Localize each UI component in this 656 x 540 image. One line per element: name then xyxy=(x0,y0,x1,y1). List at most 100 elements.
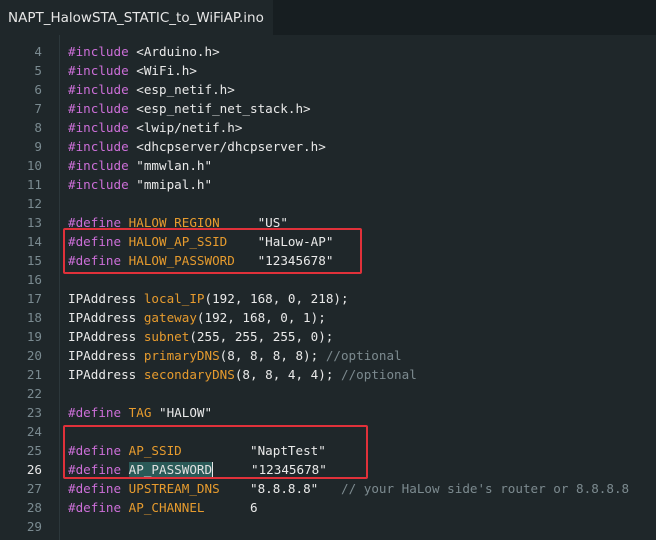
code-line[interactable]: 20 IPAddress primaryDNS(8, 8, 8, 8); //op… xyxy=(0,346,656,365)
code-token: local_IP xyxy=(143,291,205,306)
line-number: 5 xyxy=(34,63,42,78)
code-text: IPAddress secondaryDNS(8, 8, 4, 4); //op… xyxy=(68,365,417,384)
line-number: 25 xyxy=(26,443,42,458)
code-token: #include xyxy=(68,158,137,173)
code-line[interactable]: 6 #include <esp_netif.h> xyxy=(0,80,656,99)
code-text: #define AP_CHANNEL 6 xyxy=(68,498,258,517)
code-token: #include xyxy=(68,177,137,192)
line-number: 12 xyxy=(26,196,42,211)
code-token: #include xyxy=(68,82,137,97)
code-text: IPAddress subnet(255, 255, 255, 0); xyxy=(68,327,333,346)
code-token: AP_CHANNEL xyxy=(128,500,205,515)
line-number: 9 xyxy=(34,139,42,154)
code-line[interactable]: 10 #include "mmwlan.h" xyxy=(0,156,656,175)
code-token: "mmwlan.h" xyxy=(136,158,213,173)
code-text: #define TAG "HALOW" xyxy=(68,403,212,422)
code-line[interactable]: 19 IPAddress subnet(255, 255, 255, 0); xyxy=(0,327,656,346)
code-token: #define xyxy=(68,481,129,496)
highlight-box-ap-credentials xyxy=(63,425,368,479)
code-line[interactable]: 4 #include <Arduino.h> xyxy=(0,42,656,61)
code-line[interactable]: 7 #include <esp_netif_net_stack.h> xyxy=(0,99,656,118)
code-token: #include xyxy=(68,120,137,135)
code-text: #include "mmipal.h" xyxy=(68,175,212,194)
code-token: subnet xyxy=(143,329,190,344)
line-number: 27 xyxy=(26,481,42,496)
line-number: 29 xyxy=(26,519,42,534)
code-token: // your HaLow side's router or 8.8.8.8 xyxy=(341,481,630,496)
line-number: 10 xyxy=(26,158,42,173)
code-editor[interactable]: 4 #include <Arduino.h> 5 #include <WiFi.h> 6… xyxy=(0,35,656,540)
code-line[interactable]: 22 xyxy=(0,384,656,403)
code-text: #include <WiFi.h> xyxy=(68,61,197,80)
code-token: #include xyxy=(68,101,137,116)
code-text: IPAddress local_IP(192, 168, 0, 218); xyxy=(68,289,349,308)
code-text: #include <esp_netif_net_stack.h> xyxy=(68,99,311,118)
line-number: 19 xyxy=(26,329,42,344)
code-token: #include xyxy=(68,63,137,78)
code-text: #include <esp_netif.h> xyxy=(68,80,235,99)
line-number: 17 xyxy=(26,291,42,306)
code-token: #define xyxy=(68,500,129,515)
line-number: 26 xyxy=(26,462,42,477)
code-text: IPAddress gateway(192, 168, 0, 1); xyxy=(68,308,326,327)
line-number: 23 xyxy=(26,405,42,420)
code-text: #include <lwip/netif.h> xyxy=(68,118,242,137)
code-text: IPAddress primaryDNS(8, 8, 8, 8); //opti… xyxy=(68,346,402,365)
line-number: 7 xyxy=(34,101,42,116)
line-number: 28 xyxy=(26,500,42,515)
code-line[interactable]: 28 #define AP_CHANNEL 6 xyxy=(0,498,656,517)
line-number: 4 xyxy=(34,44,42,59)
code-token: IPAddress xyxy=(68,348,144,363)
code-token: <WiFi.h> xyxy=(136,63,197,78)
line-number: 16 xyxy=(26,272,42,287)
code-line[interactable]: 11 #include "mmipal.h" xyxy=(0,175,656,194)
code-token: <dhcpserver/dhcpserver.h> xyxy=(136,139,326,154)
code-token: 6 xyxy=(204,500,258,515)
code-text: #define UPSTREAM_DNS "8.8.8.8" // your H… xyxy=(68,479,629,498)
code-token: #include xyxy=(68,139,137,154)
code-token: //optional xyxy=(340,367,417,382)
code-text: #include <dhcpserver/dhcpserver.h> xyxy=(68,137,326,156)
code-line[interactable]: 21 IPAddress secondaryDNS(8, 8, 4, 4); //… xyxy=(0,365,656,384)
code-token: <Arduino.h> xyxy=(136,44,220,59)
code-line[interactable]: 23 #define TAG "HALOW" xyxy=(0,403,656,422)
tab-bar: NAPT_HalowSTA_STATIC_to_WiFiAP.ino xyxy=(0,0,656,35)
line-number: 24 xyxy=(26,424,42,439)
code-token: (8, 8, 8, 8); xyxy=(219,348,326,363)
code-token: UPSTREAM_DNS xyxy=(128,481,220,496)
code-token: #include xyxy=(68,44,137,59)
code-token: secondaryDNS xyxy=(143,367,235,382)
line-number: 14 xyxy=(26,234,42,249)
code-token: IPAddress xyxy=(68,291,144,306)
code-line[interactable]: 9 #include <dhcpserver/dhcpserver.h> xyxy=(0,137,656,156)
code-token: "8.8.8.8" xyxy=(219,481,341,496)
code-token: <esp_netif_net_stack.h> xyxy=(136,101,311,116)
code-token: (8, 8, 4, 4); xyxy=(234,367,341,382)
code-token: (192, 168, 0, 1); xyxy=(196,310,326,325)
code-token: IPAddress xyxy=(68,310,144,325)
line-number: 6 xyxy=(34,82,42,97)
line-number: 15 xyxy=(26,253,42,268)
line-number: 8 xyxy=(34,120,42,135)
code-token: //optional xyxy=(325,348,402,363)
code-line[interactable]: 29 xyxy=(0,517,656,536)
code-line[interactable]: 27 #define UPSTREAM_DNS "8.8.8.8" // your… xyxy=(0,479,656,498)
code-line[interactable]: 12 xyxy=(0,194,656,213)
line-number: 13 xyxy=(26,215,42,230)
code-line[interactable]: 18 IPAddress gateway(192, 168, 0, 1); xyxy=(0,308,656,327)
code-line[interactable]: 8 #include <lwip/netif.h> xyxy=(0,118,656,137)
code-token: "mmipal.h" xyxy=(136,177,213,192)
line-number: 22 xyxy=(26,386,42,401)
highlight-box-halow-credentials xyxy=(63,228,362,274)
code-token: <esp_netif.h> xyxy=(136,82,235,97)
line-number: 20 xyxy=(26,348,42,363)
code-token: (192, 168, 0, 218); xyxy=(204,291,349,306)
code-token: primaryDNS xyxy=(143,348,220,363)
code-line[interactable]: 17 IPAddress local_IP(192, 168, 0, 218); xyxy=(0,289,656,308)
line-number: 21 xyxy=(26,367,42,382)
code-token: (255, 255, 255, 0); xyxy=(189,329,334,344)
code-line[interactable]: 5 #include <WiFi.h> xyxy=(0,61,656,80)
file-tab[interactable]: NAPT_HalowSTA_STATIC_to_WiFiAP.ino xyxy=(0,0,273,35)
code-token: #define xyxy=(68,405,129,420)
code-token: gateway xyxy=(143,310,197,325)
